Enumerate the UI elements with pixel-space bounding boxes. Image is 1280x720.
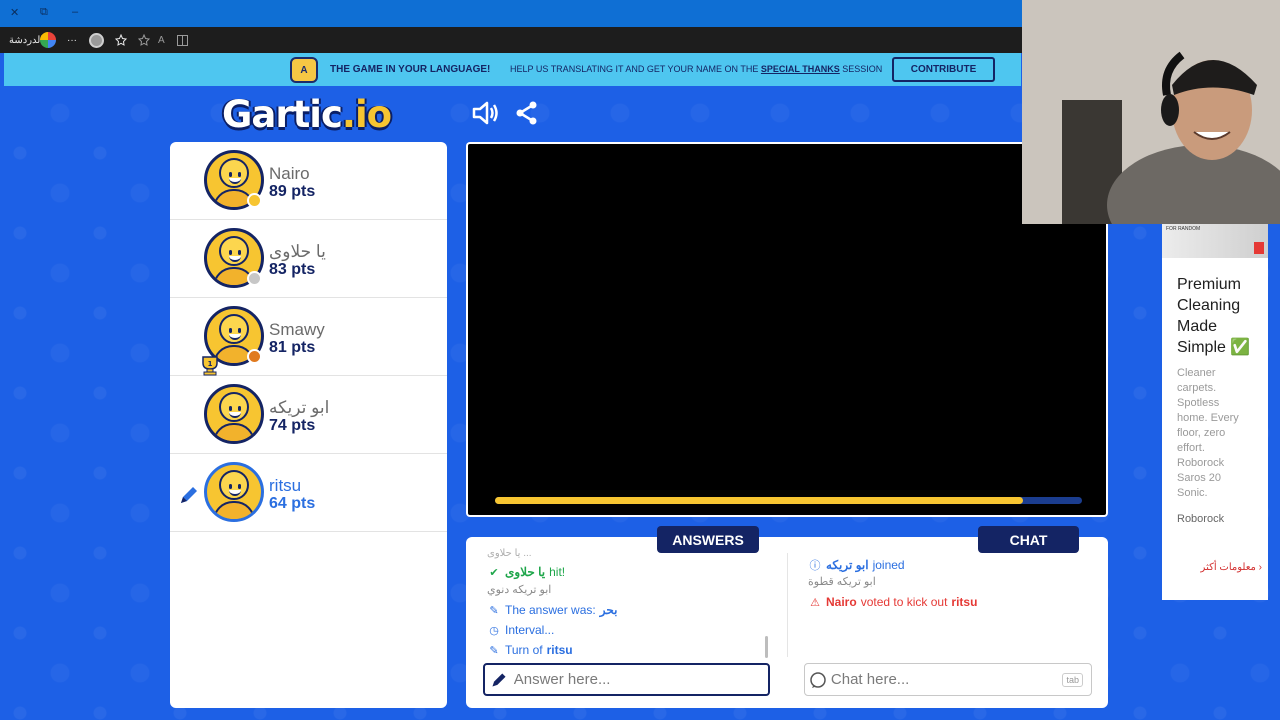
- pencil-icon: [485, 671, 514, 689]
- round-timer-bar: [495, 497, 1082, 504]
- answers-message: يا حلاوى ...: [487, 548, 532, 559]
- ad-title: Premium Cleaning Made Simple ✅: [1177, 276, 1251, 356]
- player-row[interactable]: Nairo 89 pts: [170, 142, 447, 220]
- sound-icon[interactable]: [470, 99, 500, 127]
- player-points: 74 pts: [269, 417, 316, 434]
- ad-description: Cleaner carpets. Spotless home. Every fl…: [1177, 367, 1239, 499]
- pencil-icon: ✎: [489, 644, 499, 657]
- drawing-canvas[interactable]: [468, 144, 1106, 515]
- contribute-button[interactable]: CONTRIBUTE: [892, 57, 995, 82]
- ad-more-info-link[interactable]: معلومات أكثر ›: [1162, 562, 1262, 573]
- player-points: 83 pts: [269, 261, 316, 278]
- chat-bubble-icon: [805, 671, 831, 689]
- round-timer-fill: [495, 497, 1024, 504]
- more-icon: ···: [67, 34, 77, 46]
- more-menu-button[interactable]: ···: [67, 32, 77, 48]
- player-row[interactable]: يا حلاوى 83 pts: [170, 220, 447, 298]
- check-icon: ✔: [489, 566, 499, 579]
- player-name: ritsu: [269, 476, 302, 495]
- chat-label: الدردشة: [9, 34, 44, 46]
- answers-scrollbar[interactable]: [765, 636, 768, 658]
- browser-toolbar: الدردشة ··· A: [0, 27, 1022, 53]
- second-place-badge: [247, 271, 262, 286]
- answers-message-reveal: ✎ The answer was: بحر: [487, 603, 617, 617]
- share-icon[interactable]: [512, 99, 542, 127]
- drawing-canvas-frame: [466, 142, 1108, 517]
- player-name: Nairo: [269, 164, 310, 183]
- clock-icon: ◷: [489, 624, 499, 637]
- browser-titlebar: ✕ ⧉ –: [0, 0, 1022, 27]
- player-row[interactable]: ابو تريكه 74 pts: [170, 376, 447, 454]
- answers-message-hit: ✔ يا حلاوى hit!: [487, 565, 565, 579]
- translate-icon: A: [290, 57, 318, 83]
- answers-tab[interactable]: ANSWERS: [657, 526, 759, 553]
- banner-title: THE GAME IN YOUR LANGUAGE!: [330, 64, 491, 75]
- answers-message-turn: ✎ Turn of ritsu: [487, 643, 572, 657]
- answer-input[interactable]: [513, 671, 768, 688]
- chat-tab[interactable]: CHAT: [978, 526, 1079, 553]
- copilot-icon[interactable]: [40, 32, 56, 48]
- third-place-badge: [247, 349, 262, 364]
- chat-input-box: tab: [804, 663, 1092, 696]
- info-icon: ⓘ: [809, 560, 821, 572]
- player-avatar: [204, 462, 264, 522]
- players-panel: Nairo 89 pts يا حلاوى 83 pts 1 Smawy 81 …: [170, 142, 447, 708]
- profile-avatar[interactable]: [89, 32, 104, 48]
- chat-message: ابو تريكه قطوة: [808, 576, 876, 588]
- ad-brand: Roborock: [1177, 513, 1225, 525]
- restore-window-button[interactable]: ⧉: [40, 6, 48, 19]
- tab-hint: tab: [1062, 672, 1083, 687]
- chat-button[interactable]: الدردشة: [9, 32, 43, 48]
- ad-image: FOR RANDOM: [1162, 224, 1268, 258]
- panel-divider: [787, 553, 788, 657]
- advertisement[interactable]: FOR RANDOM Premium Cleaning Made Simple …: [1162, 224, 1268, 600]
- player-points: 64 pts: [269, 495, 316, 512]
- special-thanks-link[interactable]: SPECIAL THANKS: [761, 64, 840, 74]
- banner-help-text: HELP US TRANSLATING IT AND GET YOUR NAME…: [510, 64, 883, 74]
- chat-message-joined: ⓘ ابو تريكه joined: [809, 558, 905, 572]
- player-avatar: [204, 384, 264, 444]
- ad-product-icon: [1254, 242, 1264, 254]
- svg-text:1: 1: [208, 360, 213, 368]
- player-points: 89 pts: [269, 183, 316, 200]
- player-name: Smawy: [269, 320, 325, 339]
- player-name: ابو تريكه: [269, 398, 330, 417]
- answer-input-box: [483, 663, 770, 696]
- split-screen-icon[interactable]: [177, 32, 188, 48]
- answers-message: ابو تريكه دنوي: [487, 584, 552, 596]
- player-row-current-drawer[interactable]: ritsu 64 pts: [170, 454, 447, 532]
- warning-icon: ⚠: [810, 596, 820, 609]
- player-points: 81 pts: [269, 339, 316, 356]
- webcam-overlay: [1022, 0, 1280, 224]
- pencil-icon: ✎: [489, 604, 499, 617]
- read-aloud-icon[interactable]: A: [158, 32, 165, 48]
- chat-message-vote: ⚠ Nairo voted to kick out ritsu: [808, 595, 977, 609]
- minimize-window-button[interactable]: –: [72, 6, 78, 18]
- trophy-icon: 1: [198, 356, 220, 376]
- player-row[interactable]: 1 Smawy 81 pts: [170, 298, 447, 376]
- translation-banner: A THE GAME IN YOUR LANGUAGE! HELP US TRA…: [4, 53, 1021, 86]
- favorites-icon[interactable]: [115, 32, 127, 48]
- chat-input[interactable]: [830, 671, 1063, 688]
- player-name: يا حلاوى: [269, 242, 326, 261]
- answers-message-interval: ◷ Interval...: [487, 623, 554, 637]
- drawing-pencil-icon: [178, 484, 200, 506]
- first-place-badge: [247, 193, 262, 208]
- add-favorite-icon[interactable]: [138, 32, 150, 48]
- chevron-right-icon: ›: [1258, 562, 1262, 573]
- answers-chat-panel: ANSWERS CHAT يا حلاوى ... ✔ يا حلاوى hit…: [466, 526, 1108, 708]
- close-window-button[interactable]: ✕: [10, 6, 19, 19]
- gartic-logo[interactable]: Gartic.io: [222, 93, 397, 136]
